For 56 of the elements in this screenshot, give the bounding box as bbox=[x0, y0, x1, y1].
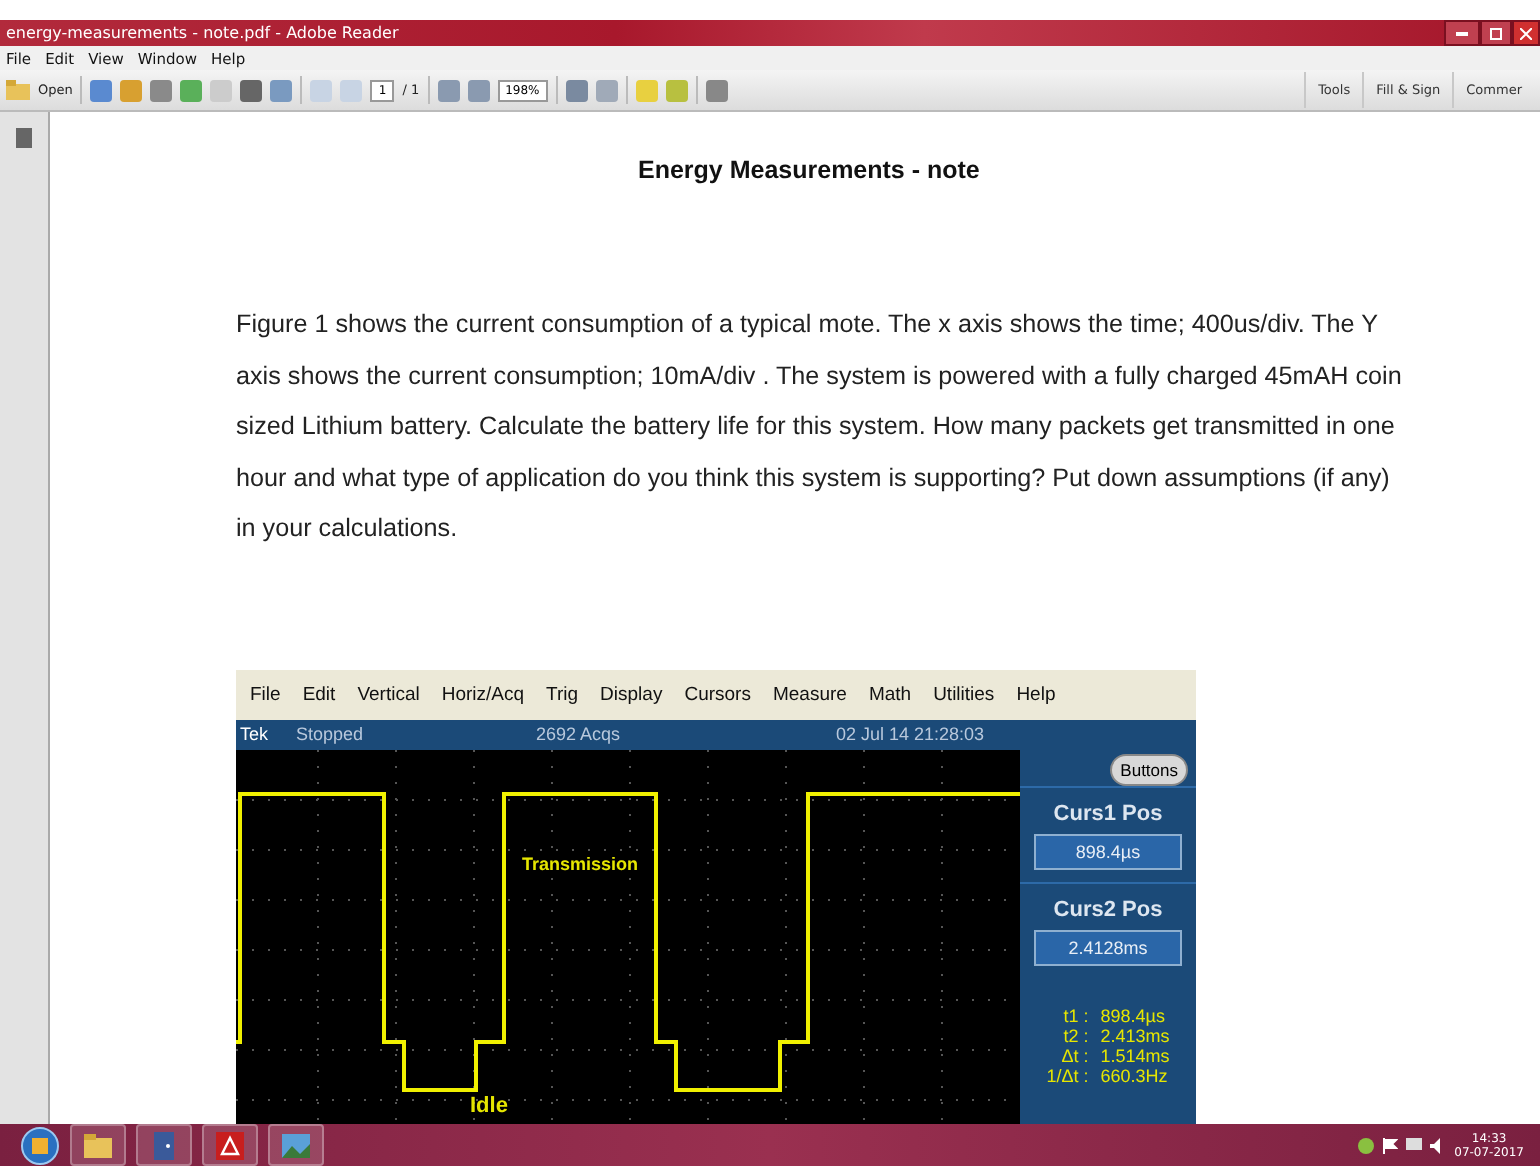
scope-brand: Tek bbox=[238, 724, 271, 744]
readout-label: t1 : bbox=[1061, 1005, 1089, 1025]
toolbar-icon[interactable] bbox=[240, 79, 263, 101]
photo-icon bbox=[282, 1133, 310, 1157]
buttons-button[interactable]: Buttons bbox=[1110, 753, 1188, 785]
toolbar-icon[interactable] bbox=[120, 79, 143, 101]
toolbar-icon[interactable] bbox=[270, 79, 293, 101]
scope-menu-item[interactable]: Edit bbox=[302, 683, 336, 705]
scope-menu-item[interactable]: Measure bbox=[772, 683, 847, 705]
folder-icon[interactable] bbox=[6, 80, 30, 100]
acquisition-count: 2692 Acqs bbox=[536, 724, 623, 744]
scope-menu-item[interactable]: Horiz/Acq bbox=[441, 683, 525, 705]
window-title: energy-measurements - note.pdf - Adobe Reader bbox=[6, 24, 399, 42]
cursor-value-field[interactable]: 2.4128ms bbox=[1034, 929, 1182, 965]
cursor-label: Curs1 Pos bbox=[1053, 801, 1163, 825]
toolbar-icon[interactable] bbox=[595, 79, 618, 101]
toolbar-icon[interactable] bbox=[150, 79, 173, 101]
close-icon bbox=[1520, 27, 1532, 39]
readout-value: 660.3Hz bbox=[1100, 1065, 1170, 1085]
waveform-label: Idle bbox=[470, 1093, 508, 1117]
folder-icon bbox=[84, 1133, 112, 1157]
cursor-label: Curs2 Pos bbox=[1053, 897, 1163, 921]
document-title: Energy Measurements - note bbox=[638, 156, 980, 184]
scope-menu-item[interactable]: Display bbox=[600, 683, 663, 705]
readout-value: 898.4µs bbox=[1100, 1005, 1167, 1025]
start-button[interactable] bbox=[20, 1125, 60, 1165]
readout-label: Δt : bbox=[1059, 1045, 1089, 1065]
readout-label: t2 : bbox=[1061, 1025, 1089, 1045]
taskbar-app-button[interactable] bbox=[70, 1124, 126, 1166]
toolbar-icon[interactable] bbox=[565, 79, 588, 101]
taskbar-app-button[interactable] bbox=[202, 1124, 258, 1166]
maximize-icon bbox=[1490, 27, 1502, 39]
maximize-button[interactable] bbox=[1480, 20, 1512, 46]
scope-menu-item[interactable]: Utilities bbox=[933, 683, 995, 705]
scope-menu-item[interactable]: File bbox=[250, 683, 281, 705]
scope-menu-item[interactable]: Cursors bbox=[684, 683, 751, 705]
waveform-label: Transmission bbox=[522, 853, 639, 873]
readout-value: 2.413ms bbox=[1100, 1025, 1170, 1045]
close-button[interactable] bbox=[1512, 20, 1540, 46]
scope-menu-item[interactable]: Help bbox=[1016, 683, 1056, 705]
network-icon[interactable] bbox=[1358, 1137, 1375, 1153]
toolbar-icon[interactable] bbox=[180, 79, 203, 101]
readout-label: 1/Δt : bbox=[1046, 1065, 1089, 1085]
readout-value: 1.514ms bbox=[1100, 1045, 1170, 1065]
scope-state: Stopped bbox=[296, 724, 366, 744]
scope-menu-item[interactable]: Trig bbox=[546, 683, 579, 705]
toolbar-icon[interactable] bbox=[90, 79, 113, 101]
cursor-value-field[interactable]: 898.4µs bbox=[1034, 833, 1182, 869]
minimize-button[interactable] bbox=[1444, 20, 1480, 46]
flag-icon[interactable] bbox=[1382, 1137, 1399, 1153]
document-paragraph: Figure 1 shows the current consumption of a typical mote. The x axis shows the time; 400us/div. The Y axis shows the current consumption; 10mA/div . The system is powered with a fully charged 45mAH coin sized Lithium battery. Calculate the battery life for this system. How many packets get transmitted in one hour and what type of application do you think this system is supporting? Put down assumptions (if any) in your calculations. bbox=[236, 308, 1404, 546]
scope-menu-item[interactable]: Math bbox=[868, 683, 912, 705]
scope-timestamp: 02 Jul 14 21:28:03 bbox=[836, 724, 985, 744]
scope-menu-item[interactable]: Vertical bbox=[357, 683, 420, 705]
door-icon bbox=[154, 1131, 174, 1159]
minimize-icon bbox=[1456, 31, 1468, 35]
